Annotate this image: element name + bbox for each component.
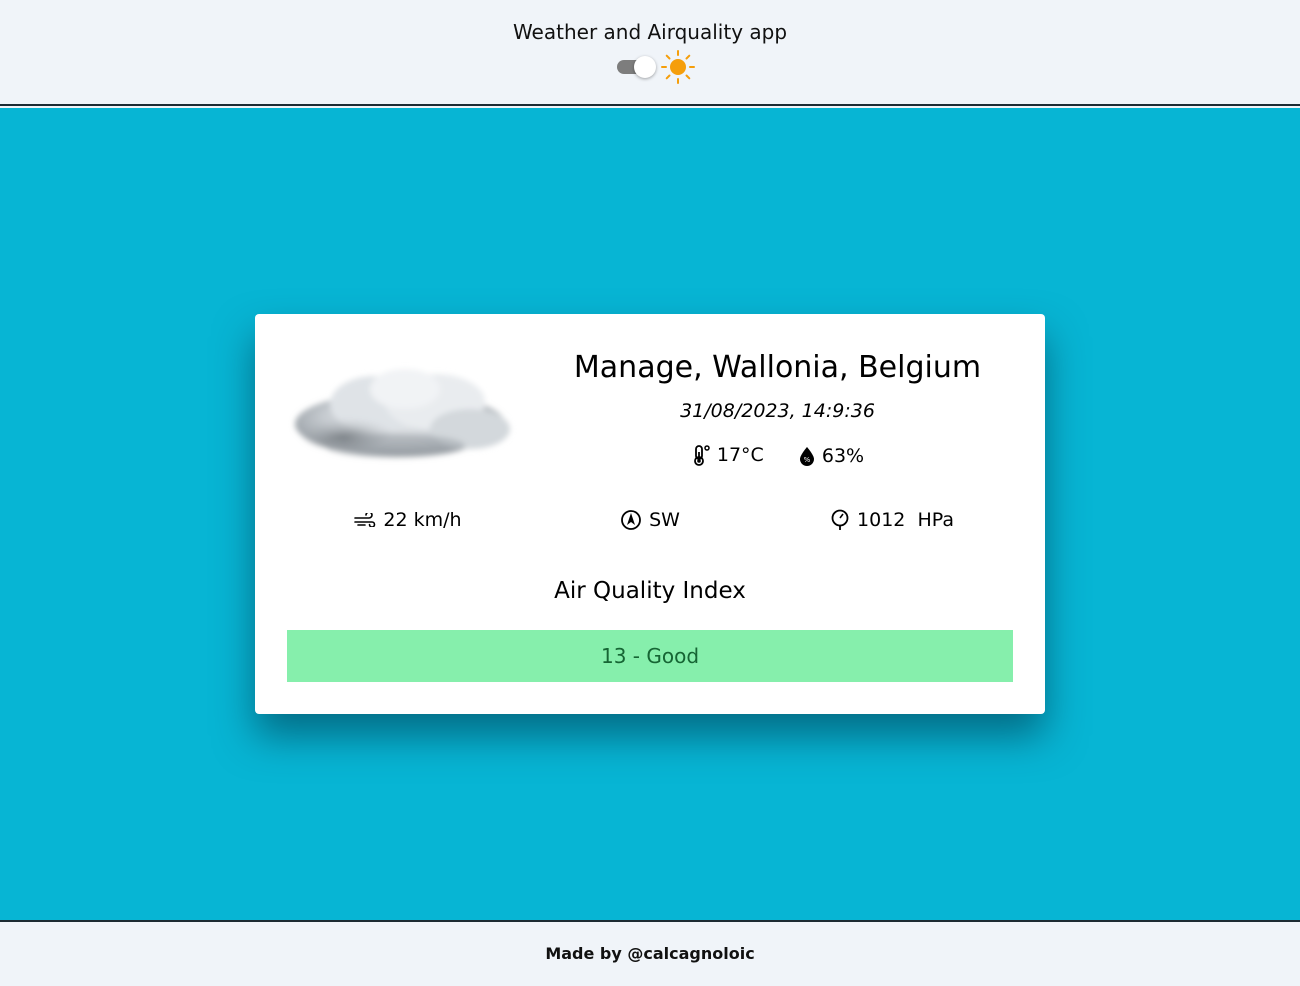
wind-icon — [354, 513, 376, 527]
observation-datetime: 31/08/2023, 14:9:36 — [680, 400, 875, 422]
pressure: 1012 HPa — [771, 509, 1013, 531]
humidity-drop-icon: % — [799, 447, 814, 466]
wind-speed-value: 22 km/h — [383, 509, 462, 531]
theme-switcher — [615, 50, 705, 84]
main-area: Manage, Wallonia, Belgium 31/08/2023, 14… — [0, 108, 1300, 920]
location-name: Manage, Wallonia, Belgium — [573, 350, 982, 385]
pressure-value: 1012 HPa — [857, 509, 954, 531]
cloud-icon — [295, 369, 510, 458]
humidity: % 63% — [798, 445, 864, 467]
app-title: Weather and Airquality app — [512, 20, 788, 44]
footer-credit: Made by @calcagnoloic — [545, 944, 755, 963]
thermometer-icon — [693, 445, 710, 466]
wind-direction-value: SW — [649, 509, 680, 531]
app-header: Weather and Airquality app — [0, 0, 1300, 106]
wind-pressure-row: 22 km/h SW 1012 HPa — [287, 509, 1013, 539]
temp-humidity-row: 17°C % 63% — [545, 444, 1010, 471]
wind-direction: SW — [529, 509, 771, 531]
barometer-icon — [831, 509, 849, 530]
aqi-status-bar: 13 - Good — [287, 630, 1013, 682]
svg-text:%: % — [804, 456, 811, 464]
aqi-value: 13 - Good — [600, 644, 700, 668]
app-footer: Made by @calcagnoloic — [0, 920, 1300, 986]
aqi-title: Air Quality Index — [554, 578, 746, 604]
toggle-knob[interactable] — [634, 56, 656, 78]
temperature: 17°C — [691, 444, 764, 466]
compass-icon — [621, 510, 641, 530]
humidity-value: 63% — [821, 445, 865, 467]
weather-card: Manage, Wallonia, Belgium 31/08/2023, 14… — [255, 314, 1045, 714]
theme-toggle[interactable] — [617, 56, 656, 78]
wind-speed: 22 km/h — [287, 509, 529, 531]
sun-icon — [661, 50, 695, 84]
temperature-value: 17°C — [716, 444, 764, 466]
